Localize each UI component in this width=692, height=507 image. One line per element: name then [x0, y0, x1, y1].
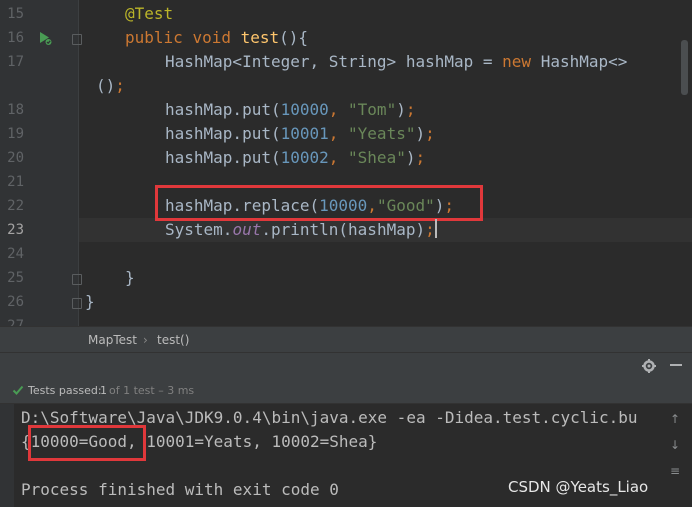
tests-passed-label: Tests passed:: [28, 384, 102, 397]
line-number: 27: [7, 318, 24, 326]
fold-marker-icon[interactable]: [72, 274, 82, 285]
code-line-26[interactable]: }: [85, 290, 95, 314]
code-line-16[interactable]: public void test(){: [125, 26, 308, 50]
console-gutter: [0, 404, 14, 507]
line-number: 17: [7, 54, 24, 70]
output-highlight-box: [28, 425, 146, 461]
line-number: 26: [7, 294, 24, 310]
code-line-23[interactable]: System.out.println(hashMap);: [165, 218, 437, 242]
run-panel-header: [0, 352, 692, 379]
line-number: 16: [7, 30, 24, 46]
minimize-icon[interactable]: [670, 364, 682, 368]
breadcrumb-separator: ›: [143, 333, 148, 347]
replace-highlight-box: [155, 185, 483, 221]
line-number: 20: [7, 150, 24, 166]
scroll-down-icon[interactable]: ↓: [670, 438, 680, 452]
line-number: 15: [7, 6, 24, 22]
breadcrumb-class[interactable]: MapTest: [88, 333, 137, 347]
console-exit-line: Process finished with exit code 0: [21, 480, 339, 499]
code-line-17-wrap[interactable]: ();: [96, 74, 125, 98]
line-number: 24: [7, 246, 24, 262]
code-line-18[interactable]: hashMap.put(10000, "Tom");: [165, 98, 415, 122]
tests-passed-count: 1: [100, 384, 107, 397]
line-number: 18: [7, 102, 24, 118]
line-number: 21: [7, 174, 24, 190]
breadcrumb-method[interactable]: test(): [157, 333, 189, 347]
line-number: 22: [7, 198, 24, 214]
line-number: 19: [7, 126, 24, 142]
code-line-19[interactable]: hashMap.put(10001, "Yeats");: [165, 122, 435, 146]
gear-icon[interactable]: [641, 358, 657, 374]
code-line-15[interactable]: @Test: [125, 2, 173, 26]
editor-scrollbar[interactable]: [681, 40, 688, 95]
breadcrumb: MapTest › test(): [0, 326, 692, 353]
code-line-25[interactable]: }: [125, 266, 135, 290]
run-test-icon[interactable]: [37, 30, 53, 46]
code-line-20[interactable]: hashMap.put(10002, "Shea");: [165, 146, 425, 170]
tests-passed-detail: of 1 test – 3 ms: [109, 384, 195, 397]
fold-marker-icon[interactable]: [72, 298, 82, 309]
watermark: CSDN @Yeats_Liao: [508, 478, 649, 496]
status-left-edge: [0, 384, 4, 396]
text-caret: [434, 219, 437, 238]
code-line-17[interactable]: HashMap<Integer, String> hashMap = new H…: [165, 50, 627, 74]
code-editor[interactable]: 15 16 17 18 19 20 21 22 23 24 25 26 27 @…: [0, 0, 692, 326]
scroll-up-icon[interactable]: ↑: [670, 412, 680, 426]
line-number: 25: [7, 270, 24, 286]
line-number: 23: [7, 222, 24, 238]
soft-wrap-icon[interactable]: ≡: [670, 464, 680, 478]
fold-marker-icon[interactable]: [72, 34, 82, 45]
test-status-bar: Tests passed: 1 of 1 test – 3 ms: [0, 378, 692, 404]
check-icon: [12, 385, 24, 395]
